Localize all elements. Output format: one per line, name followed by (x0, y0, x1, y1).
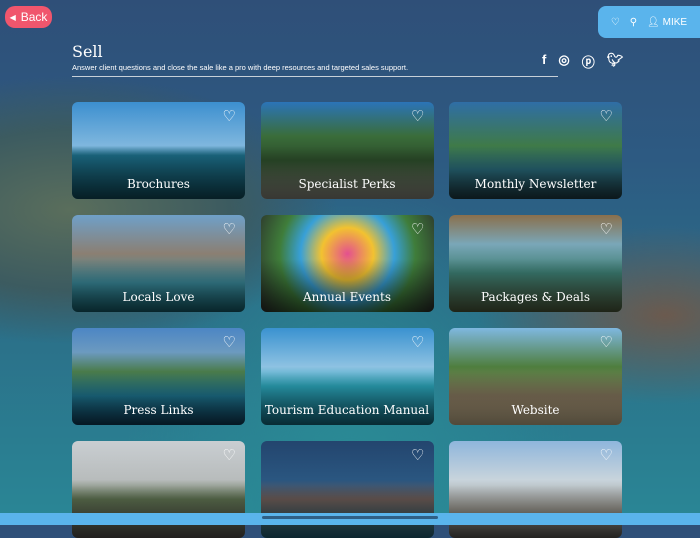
favorite-heart-icon[interactable]: ♡ (411, 335, 424, 350)
top-nav: ♡ ⚲ 👤︎ MIKE (598, 6, 700, 38)
twitter-icon[interactable]: 🐦︎ (607, 52, 624, 71)
card-label: Tourism Education Manual (264, 403, 430, 417)
resource-card[interactable]: ♡ Press Links (72, 328, 245, 425)
card-label: Website (511, 403, 560, 417)
pinterest-icon[interactable]: ⓟ (582, 52, 595, 71)
scroll-handle[interactable] (262, 516, 438, 519)
resource-card[interactable]: ♡ Specialist Perks (260, 102, 434, 199)
card-label: Monthly Newsletter (474, 177, 597, 191)
favorite-heart-icon[interactable]: ♡ (600, 448, 613, 463)
resource-card[interactable]: ♡ Locals Love (72, 215, 245, 312)
resource-card[interactable]: ♡ Tourism Education Manual (260, 328, 434, 425)
favorite-heart-icon[interactable]: ♡ (411, 222, 424, 237)
card-label: Annual Events (302, 290, 391, 304)
page-title: Sell (72, 42, 103, 61)
favorite-heart-icon[interactable]: ♡ (411, 109, 424, 124)
resource-card[interactable]: ♡ Packages & Deals (449, 215, 622, 312)
favorites-heart-icon[interactable]: ♡ (611, 17, 620, 28)
resource-card[interactable]: ♡ Annual Events (260, 215, 434, 312)
user-icon: 👤︎ (646, 16, 660, 28)
favorite-heart-icon[interactable]: ♡ (600, 222, 613, 237)
favorite-heart-icon[interactable]: ♡ (223, 448, 236, 463)
page-subtitle: Answer client questions and close the sa… (72, 63, 409, 72)
card-label: Specialist Perks (298, 177, 396, 191)
divider (72, 76, 558, 77)
instagram-icon[interactable]: ◎ (558, 52, 569, 71)
card-label: Brochures (127, 177, 190, 191)
card-label: Packages & Deals (481, 290, 590, 304)
resource-card[interactable]: ♡ Brochures (72, 102, 245, 199)
card-label: Locals Love (122, 290, 195, 304)
facebook-icon[interactable]: f (542, 52, 546, 71)
favorite-heart-icon[interactable]: ♡ (600, 335, 613, 350)
user-menu[interactable]: 👤︎ MIKE (647, 17, 687, 28)
caret-left-icon: ◀ (9, 12, 16, 22)
back-button[interactable]: ◀ Back (5, 6, 52, 28)
favorite-heart-icon[interactable]: ♡ (600, 109, 613, 124)
favorite-heart-icon[interactable]: ♡ (223, 109, 236, 124)
resource-card[interactable]: ♡ Website (449, 328, 622, 425)
bottom-bar (0, 513, 700, 525)
favorite-heart-icon[interactable]: ♡ (411, 448, 424, 463)
resource-grid: ♡ Brochures ♡ Specialist Perks ♡ Monthly News… (72, 102, 622, 538)
social-links: f ◎ ⓟ 🐦︎ (542, 52, 623, 71)
favorite-heart-icon[interactable]: ♡ (223, 335, 236, 350)
card-label: Press Links (123, 403, 194, 417)
search-icon[interactable]: ⚲ (630, 17, 637, 28)
resource-card[interactable]: ♡ Monthly Newsletter (449, 102, 622, 199)
favorite-heart-icon[interactable]: ♡ (223, 222, 236, 237)
